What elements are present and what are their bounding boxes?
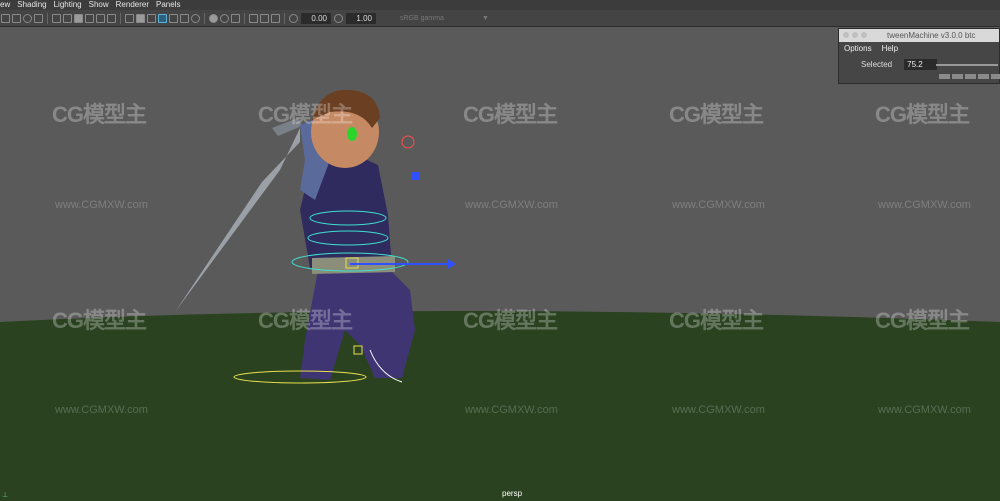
motion-blur-icon[interactable]: [220, 13, 229, 23]
view-axis-icon: ⊥: [2, 492, 9, 499]
safe-action-icon[interactable]: [107, 13, 116, 23]
tweenmachine-window: tweenMachine v3.0.0 btc Options Help Sel…: [838, 28, 1000, 84]
tween-slider[interactable]: [936, 64, 998, 66]
camera-label: persp: [502, 489, 523, 498]
film-gate-icon[interactable]: [63, 13, 72, 23]
watermark-url: www.CGMXW.com: [55, 404, 148, 416]
watermark-url: www.CGMXW.com: [878, 199, 971, 211]
watermark-url: www.CGMXW.com: [672, 404, 765, 416]
exposure-icon[interactable]: [289, 13, 298, 23]
image-plane-icon[interactable]: [34, 13, 43, 23]
smooth-shade-icon[interactable]: [136, 13, 145, 23]
use-all-lights-icon[interactable]: [169, 13, 178, 23]
menu-renderer[interactable]: Renderer: [116, 0, 156, 10]
grid-icon[interactable]: [52, 13, 61, 23]
toolbar-divider: [284, 12, 285, 24]
3d-viewport[interactable]: CG模型主 CG模型主 CG模型主 CG模型主 CG模型主 CG模型主 CG模型…: [0, 27, 1000, 501]
exposure-field[interactable]: 0.00: [301, 12, 331, 24]
eye-control[interactable]: [347, 127, 357, 141]
gamma-field[interactable]: 1.00: [346, 12, 376, 24]
watermark-url: www.CGMXW.com: [465, 404, 558, 416]
watermark-url: www.CGMXW.com: [55, 199, 148, 211]
tweenmachine-title: tweenMachine v3.0.0 btc: [887, 31, 976, 40]
menu-lighting[interactable]: Lighting: [54, 0, 89, 10]
menu-panels[interactable]: Panels: [156, 0, 187, 10]
watermark-logo: CG模型主: [875, 102, 970, 127]
toolbar-divider: [47, 12, 48, 24]
menu-bar: ew Shading Lighting Show Renderer Panels: [0, 0, 1000, 10]
ambient-occlusion-icon[interactable]: [209, 13, 218, 23]
preset-button[interactable]: [978, 74, 989, 79]
watermark-logo: CG模型主: [669, 102, 764, 127]
wireframe-on-shaded-icon[interactable]: [147, 13, 156, 23]
color-space-dropdown[interactable]: sRGB gamma: [400, 15, 460, 22]
gate-mask-icon[interactable]: [85, 13, 94, 23]
watermark-logo: CG模型主: [258, 102, 353, 127]
selected-value-field[interactable]: 75.2: [904, 59, 938, 70]
watermark-logo: CG模型主: [463, 102, 558, 127]
wireframe-icon[interactable]: [125, 13, 134, 23]
panel-toolbar: 0.00 1.00 sRGB gamma ▼: [0, 10, 1000, 27]
bookmark-icon[interactable]: [23, 13, 32, 23]
zoom-icon[interactable]: [861, 32, 867, 38]
preset-button[interactable]: [965, 74, 976, 79]
preset-button[interactable]: [939, 74, 950, 79]
selected-label: Selected: [861, 60, 893, 69]
resolution-gate-icon[interactable]: [74, 13, 83, 23]
menu-show[interactable]: Show: [89, 0, 116, 10]
watermark-logo: CG模型主: [258, 308, 353, 333]
watermark-logo: CG模型主: [463, 308, 558, 333]
toolbar-divider: [204, 12, 205, 24]
watermark-url: www.CGMXW.com: [465, 199, 558, 211]
textured-icon[interactable]: [158, 13, 167, 23]
watermark-url: www.CGMXW.com: [672, 199, 765, 211]
lights-icon[interactable]: [191, 13, 200, 23]
isolate-select-icon[interactable]: [249, 13, 258, 23]
watermark-url: www.CGMXW.com: [878, 404, 971, 416]
chevron-down-icon[interactable]: ▼: [482, 15, 489, 22]
eye-target-control[interactable]: [412, 172, 419, 180]
menu-shading[interactable]: Shading: [17, 0, 53, 10]
watermark-logo: CG模型主: [52, 308, 147, 333]
shadows-icon[interactable]: [180, 13, 189, 23]
watermark-logo: CG模型主: [52, 102, 147, 127]
close-icon[interactable]: [843, 32, 849, 38]
xray-icon[interactable]: [260, 13, 269, 23]
anti-aliasing-icon[interactable]: [231, 13, 240, 23]
preset-button[interactable]: [952, 74, 963, 79]
watermark-logo: CG模型主: [669, 308, 764, 333]
tween-preset-buttons: [939, 74, 1000, 79]
toolbar-divider: [244, 12, 245, 24]
menu-view[interactable]: ew: [0, 0, 17, 10]
tweenmachine-titlebar[interactable]: tweenMachine v3.0.0 btc: [839, 29, 999, 42]
toolbar-divider: [120, 12, 121, 24]
minimize-icon[interactable]: [852, 32, 858, 38]
menu-options[interactable]: Options: [844, 44, 872, 53]
selected-row: Selected 75.2: [861, 59, 938, 70]
menu-help[interactable]: Help: [882, 44, 898, 53]
xray-joints-icon[interactable]: [271, 13, 280, 23]
camera-attributes-icon[interactable]: [12, 13, 21, 23]
watermark-logo: CG模型主: [875, 308, 970, 333]
select-camera-icon[interactable]: [1, 13, 10, 23]
preset-button[interactable]: [991, 74, 1000, 79]
tweenmachine-menu: Options Help: [839, 42, 999, 55]
field-chart-icon[interactable]: [96, 13, 105, 23]
gamma-icon[interactable]: [334, 13, 343, 23]
